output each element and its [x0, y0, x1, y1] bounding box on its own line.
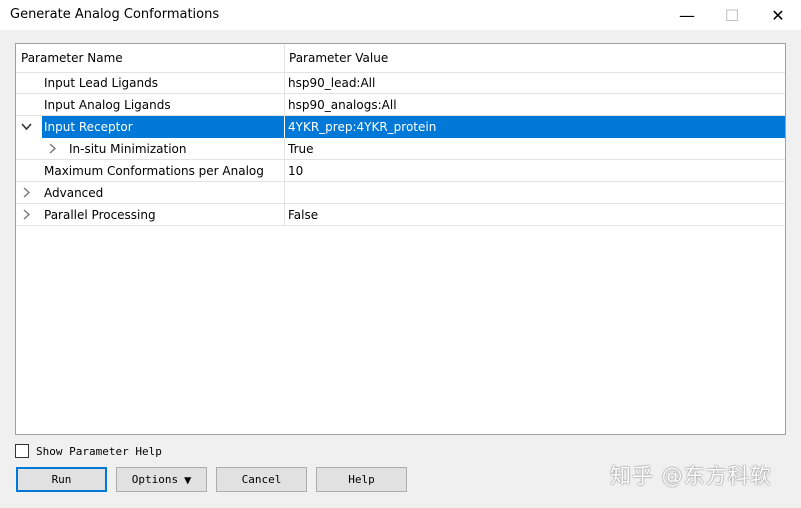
triangle-down-icon: ▼ [184, 472, 192, 487]
cancel-button-label: Cancel [241, 473, 282, 486]
grid-row-in-situ-minimization[interactable]: In-situ Minimization True [16, 138, 785, 160]
row-name: Maximum Conformations per Analog [44, 164, 264, 178]
run-button-label: Run [51, 473, 72, 486]
row-name: Input Receptor [44, 120, 133, 134]
row-value[interactable]: True [288, 142, 314, 156]
close-button[interactable]: ✕ [755, 0, 801, 30]
close-icon: ✕ [771, 5, 785, 25]
row-value[interactable]: False [288, 208, 318, 222]
show-parameter-help-checkbox[interactable] [15, 444, 29, 458]
watermark: 知乎 @东方科软 [610, 464, 772, 488]
grid-row-parallel-processing[interactable]: Parallel Processing False [16, 204, 785, 226]
grid-row-advanced[interactable]: Advanced [16, 182, 785, 204]
show-parameter-help-option[interactable]: Show Parameter Help [15, 443, 162, 459]
options-button[interactable]: Options ▼ [116, 467, 207, 492]
help-button-label: Help [348, 473, 375, 486]
row-name: Parallel Processing [44, 208, 156, 222]
title-bar: Generate Analog Conformations — ☐ ✕ [0, 0, 801, 30]
chevron-right-icon[interactable] [47, 143, 58, 154]
window-title: Generate Analog Conformations [10, 7, 220, 22]
grid-row-input-receptor[interactable]: Input Receptor 4YKR_prep:4YKR_protein [16, 116, 785, 138]
grid-row-input-lead-ligands[interactable]: Input Lead Ligands hsp90_lead:All [16, 72, 785, 94]
row-value[interactable]: 10 [288, 164, 303, 178]
chevron-down-icon[interactable] [21, 121, 32, 132]
row-name: In-situ Minimization [69, 142, 187, 156]
header-parameter-name[interactable]: Parameter Name [21, 51, 123, 65]
row-value[interactable]: 4YKR_prep:4YKR_protein [288, 120, 436, 134]
row-value[interactable]: hsp90_lead:All [288, 76, 375, 90]
show-parameter-help-label[interactable]: Show Parameter Help [36, 445, 162, 458]
grid-row-maximum-conformations[interactable]: Maximum Conformations per Analog 10 [16, 160, 785, 182]
parameter-grid: Parameter Name Parameter Value Input Lea… [15, 43, 786, 435]
chevron-right-icon[interactable] [21, 187, 32, 198]
grid-row-input-analog-ligands[interactable]: Input Analog Ligands hsp90_analogs:All [16, 94, 785, 116]
row-name: Advanced [44, 186, 104, 200]
run-button[interactable]: Run [16, 467, 107, 492]
maximize-icon: ☐ [724, 5, 740, 25]
maximize-button[interactable]: ☐ [709, 0, 755, 30]
chevron-right-icon[interactable] [21, 209, 32, 220]
options-button-label: Options [131, 473, 179, 486]
help-button[interactable]: Help [316, 467, 407, 492]
minimize-button[interactable]: — [664, 0, 710, 30]
minimize-icon: — [679, 5, 695, 25]
row-name: Input Analog Ligands [44, 98, 171, 112]
row-value[interactable]: hsp90_analogs:All [288, 98, 397, 112]
column-divider[interactable] [284, 44, 285, 72]
cancel-button[interactable]: Cancel [216, 467, 307, 492]
row-name: Input Lead Ligands [44, 76, 158, 90]
header-parameter-value[interactable]: Parameter Value [289, 51, 388, 65]
grid-header: Parameter Name Parameter Value [16, 44, 785, 73]
